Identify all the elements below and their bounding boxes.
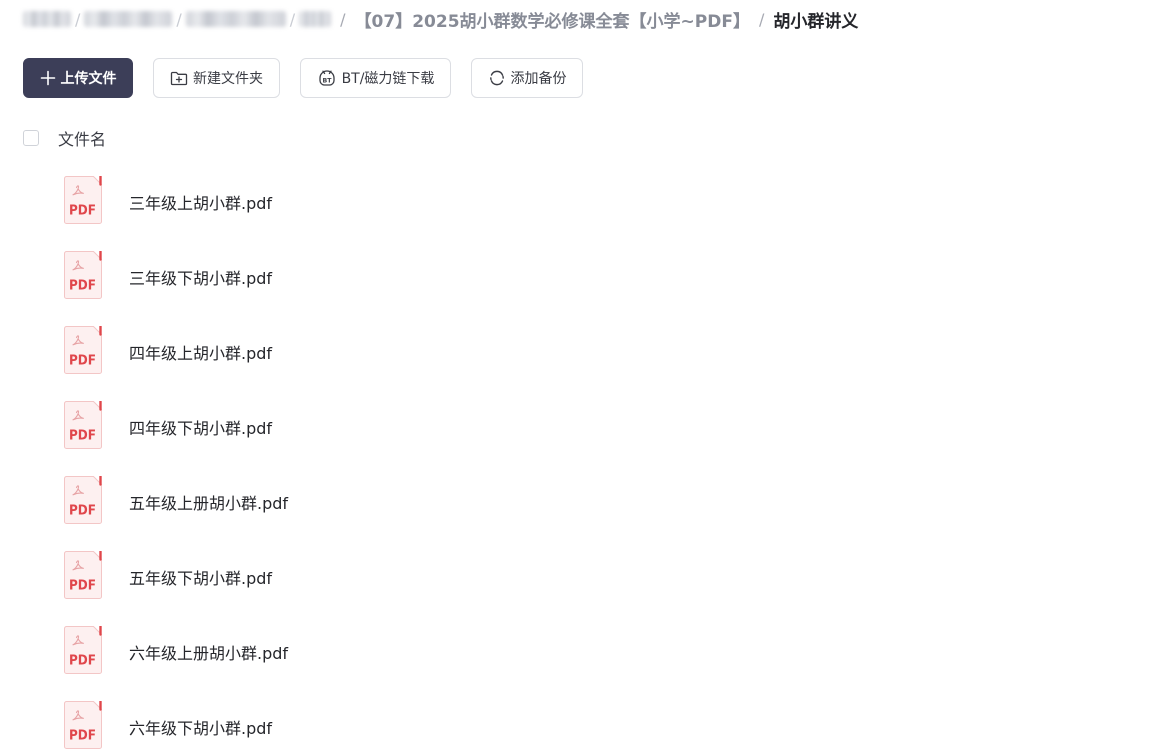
new-folder-button[interactable]: 新建文件夹 [153,58,280,98]
pdf-icon-label: PDF [69,504,96,519]
breadcrumb-item-redacted[interactable] [84,11,173,27]
svg-text:BT: BT [322,77,332,84]
file-name[interactable]: 四年级上胡小群.pdf [129,340,272,364]
add-backup-button[interactable]: 添加备份 [471,58,583,98]
upload-button[interactable]: 上传文件 [23,58,133,98]
breadcrumb-item-redacted[interactable] [23,11,71,27]
file-row[interactable]: PDF 五年级下胡小群.pdf [0,537,1159,612]
folder-plus-icon [170,70,188,86]
pdf-file-icon: PDF [64,475,104,524]
file-row[interactable]: PDF 六年级下胡小群.pdf [0,687,1159,755]
toolbar: 上传文件 新建文件夹 BT BT/磁力链下载 添加备份 [23,58,603,98]
pdf-icon-label: PDF [69,654,96,669]
column-header-filename[interactable]: 文件名 [58,126,106,150]
file-row[interactable]: PDF 三年级上胡小群.pdf [0,162,1159,237]
pdf-file-icon: PDF [64,250,104,299]
file-row[interactable]: PDF 四年级下胡小群.pdf [0,387,1159,462]
pdf-file-icon: PDF [64,625,104,674]
add-backup-button-label: 添加备份 [510,71,567,87]
file-name[interactable]: 三年级上胡小群.pdf [129,190,272,214]
select-all-checkbox[interactable] [23,130,39,146]
bt-download-button[interactable]: BT BT/磁力链下载 [300,58,451,98]
file-name[interactable]: 五年级上册胡小群.pdf [129,490,288,514]
file-name[interactable]: 四年级下胡小群.pdf [129,415,272,439]
breadcrumb-separator: / [758,9,765,29]
file-name[interactable]: 三年级下胡小群.pdf [129,265,272,289]
file-row[interactable]: PDF 六年级上册胡小群.pdf [0,612,1159,687]
breadcrumb-item-redacted[interactable] [185,11,286,27]
file-name[interactable]: 六年级下胡小群.pdf [129,715,272,739]
bt-magnet-icon: BT [317,69,337,87]
pdf-icon-label: PDF [69,579,96,594]
pdf-icon-label: PDF [69,354,96,369]
plus-icon [40,70,56,86]
file-list-header: 文件名 [23,126,106,150]
pdf-file-icon: PDF [64,400,104,449]
breadcrumb-separator: / [340,9,346,29]
breadcrumb-item-redacted[interactable] [299,11,332,27]
file-name[interactable]: 五年级下胡小群.pdf [129,565,272,589]
pdf-file-icon: PDF [64,550,104,599]
file-row[interactable]: PDF 五年级上册胡小群.pdf [0,462,1159,537]
file-row[interactable]: PDF 四年级上胡小群.pdf [0,312,1159,387]
file-manager-page: / / / / 【07】2025胡小群数学必修课全套【小学~PDF】 / 胡小群… [0,0,1159,755]
pdf-file-icon: PDF [64,175,104,224]
pdf-icon-label: PDF [69,429,96,444]
pdf-file-icon: PDF [64,325,104,374]
sync-icon [488,69,506,87]
file-name[interactable]: 六年级上册胡小群.pdf [129,640,288,664]
file-row[interactable]: PDF 三年级下胡小群.pdf [0,237,1159,312]
new-folder-button-label: 新建文件夹 [193,71,263,87]
breadcrumb: / / / / 【07】2025胡小群数学必修课全套【小学~PDF】 / 胡小群… [23,6,858,32]
bt-download-button-label: BT/磁力链下载 [341,71,435,87]
pdf-icon-label: PDF [69,204,96,219]
pdf-icon-label: PDF [69,729,96,744]
breadcrumb-separator: / [75,9,81,29]
breadcrumb-separator: / [176,9,182,29]
upload-button-label: 上传文件 [60,71,117,87]
pdf-file-icon: PDF [64,700,104,749]
breadcrumb-separator: / [289,9,296,29]
breadcrumb-current: 胡小群讲义 [773,11,859,32]
pdf-icon-label: PDF [69,279,96,294]
breadcrumb-item-folder[interactable]: 【07】2025胡小群数学必修课全套【小学~PDF】 [355,7,750,32]
